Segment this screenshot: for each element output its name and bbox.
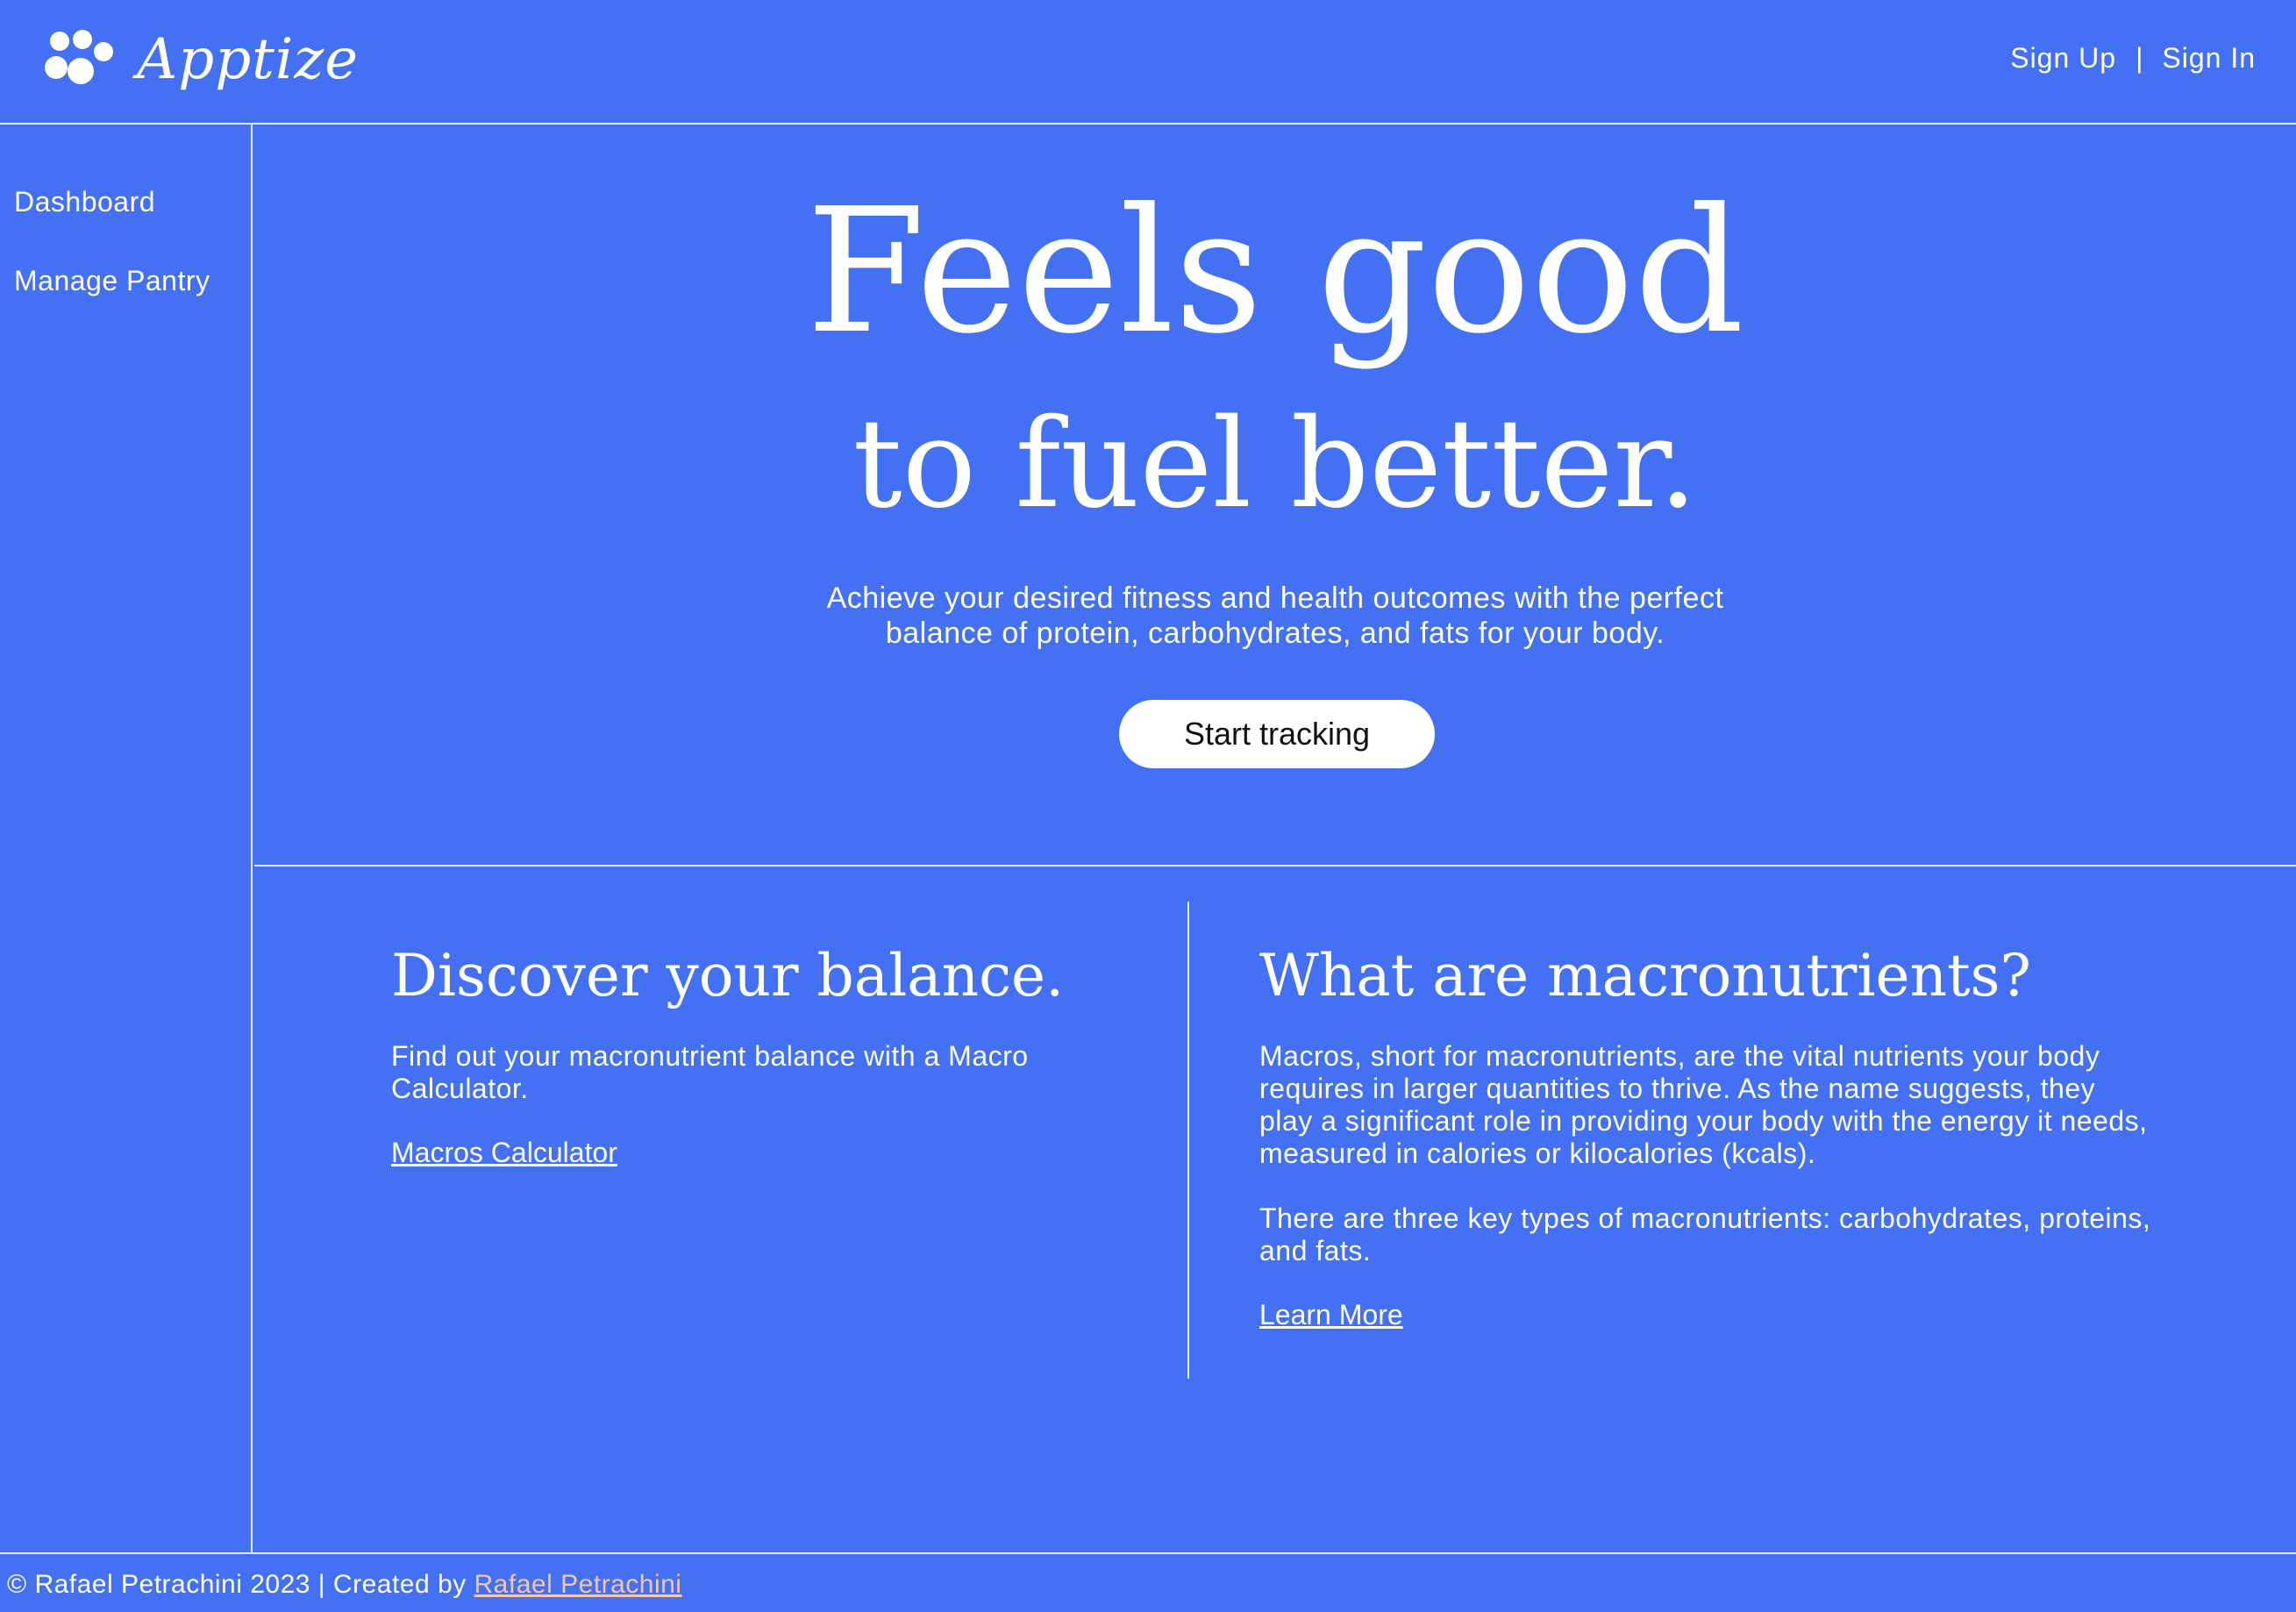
top-bar: Apptize Sign Up | Sign In — [0, 0, 2296, 125]
footer-copyright: © Rafael Petrachini 2023 | Created by — [7, 1570, 474, 1599]
hero-subtitle: Achieve your desired fitness and health … — [826, 581, 1724, 650]
footer-author-link[interactable]: Rafael Petrachini — [474, 1570, 682, 1599]
hero-title-line2: to fuel better. — [852, 393, 1698, 536]
sidebar: Dashboard Manage Pantry — [0, 125, 253, 1552]
card-text: Macros, short for macronutrients, are th… — [1259, 1040, 2148, 1169]
column-divider — [1187, 902, 1189, 1379]
card-text: There are three key types of macronutrie… — [1259, 1202, 2151, 1266]
sidebar-item-manage-pantry[interactable]: Manage Pantry — [14, 265, 210, 297]
brand-logo[interactable]: Apptize — [42, 25, 359, 95]
sidebar-item-dashboard[interactable]: Dashboard — [14, 186, 155, 218]
macros-calculator-link[interactable]: Macros Calculator — [391, 1137, 617, 1169]
hero-section: Feels good to fuel better. Achieve your … — [254, 125, 2296, 867]
auth-links: Sign Up | Sign In — [2010, 42, 2256, 75]
learn-more-link[interactable]: Learn More — [1259, 1299, 1403, 1331]
hero-title-line1: Feels good — [806, 172, 1744, 372]
auth-separator: | — [2136, 42, 2143, 74]
macronutrients-card: What are macronutrients? Macros, short f… — [1259, 937, 2154, 1331]
paw-print-icon — [45, 30, 113, 84]
discover-balance-card: Discover your balance. Find out your mac… — [391, 937, 1093, 1169]
brand-name: Apptize — [137, 27, 359, 92]
card-title: What are macronutrients? — [1259, 942, 2031, 1009]
card-text: Find out your macronutrient balance with… — [391, 1040, 1029, 1104]
sign-in-link[interactable]: Sign In — [2162, 42, 2256, 75]
start-tracking-button[interactable]: Start tracking — [1119, 700, 1435, 768]
card-title: Discover your balance. — [391, 942, 1065, 1009]
sign-up-link[interactable]: Sign Up — [2010, 42, 2116, 75]
footer: © Rafael Petrachini 2023 | Created by Ra… — [0, 1552, 2296, 1612]
